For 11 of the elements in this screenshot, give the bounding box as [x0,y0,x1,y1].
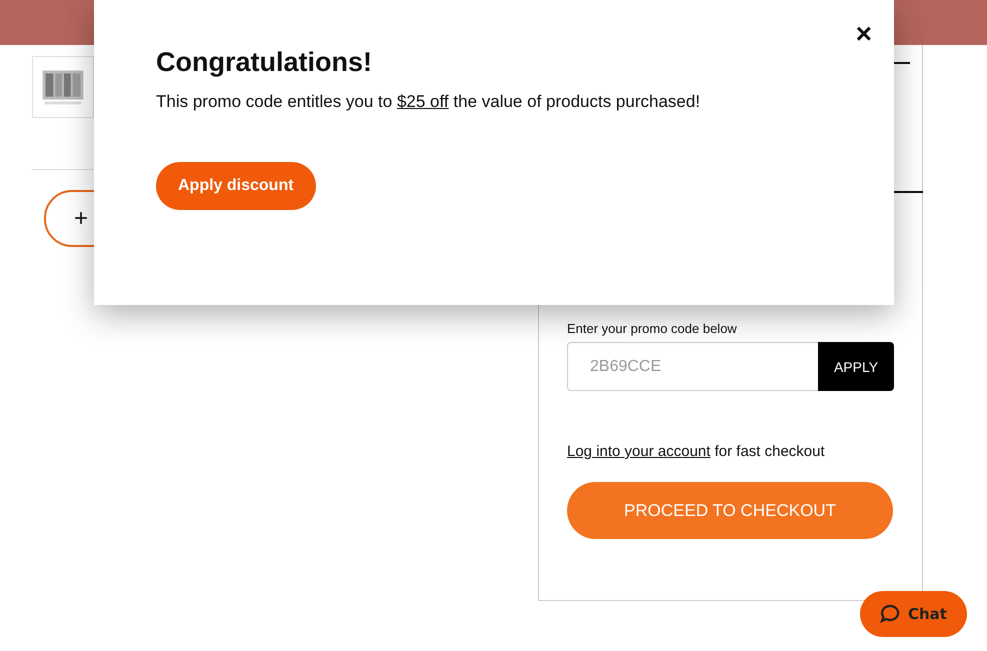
chat-button[interactable]: Chat [860,591,967,637]
apply-button[interactable]: APPLY [818,342,894,391]
modal-message: This promo code entitles you to $25 off the value of products purchased! [156,92,700,112]
login-text: Log into your account for fast checkout [567,443,826,460]
close-button[interactable]: × [852,20,876,48]
chat-bubble-icon [880,604,900,624]
login-link[interactable]: Log into your account [567,443,710,460]
promo-code-field[interactable]: 2B69CCE [567,342,818,391]
modal-title: Congratulations! [156,47,372,78]
discount-link[interactable]: $25 off [396,92,449,111]
promo-label: Enter your promo code below [567,321,738,336]
